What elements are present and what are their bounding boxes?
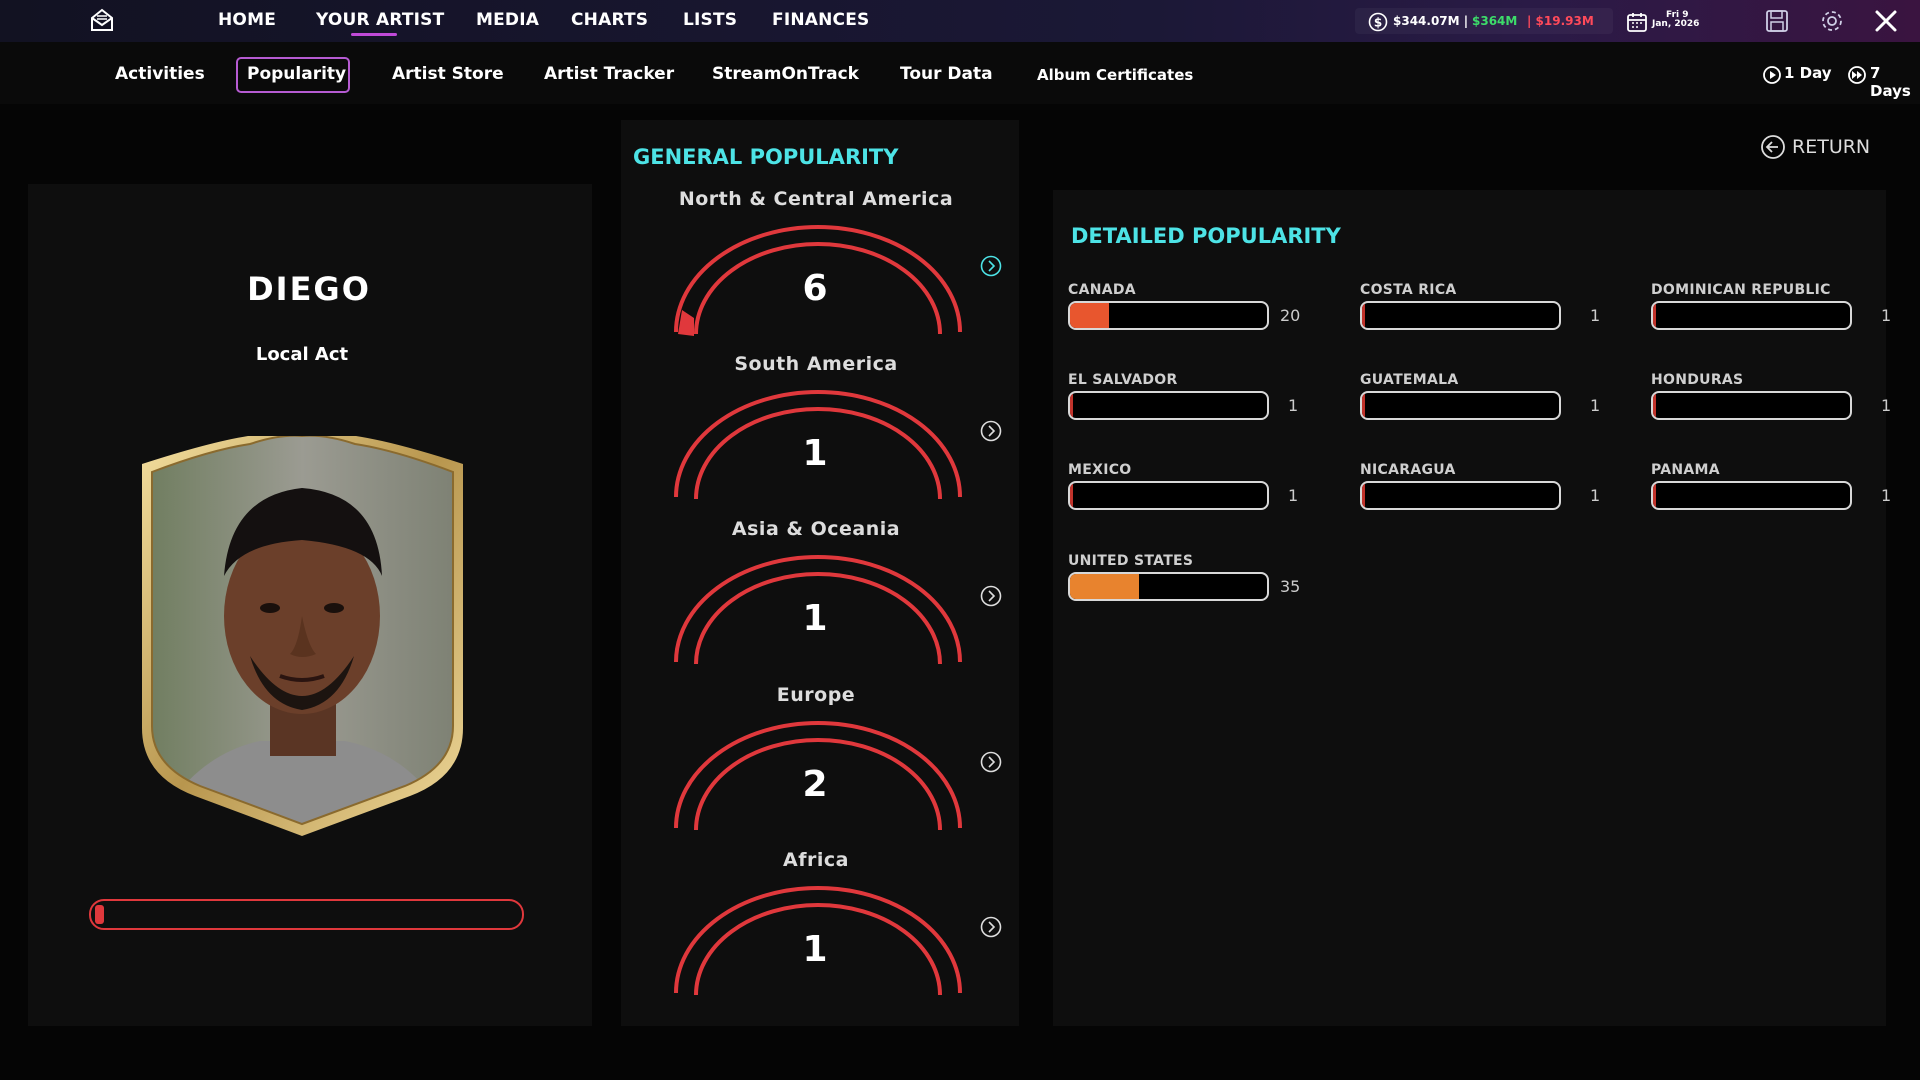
country-name: CANADA [1068, 282, 1136, 298]
return-button[interactable]: RETURN [1792, 136, 1870, 158]
game-date: Fri 9 Jan, 2026 [1652, 11, 1699, 29]
country-name: EL SALVADOR [1068, 372, 1178, 388]
region-name: Europe [776, 684, 856, 706]
artist-name: DIEGO [247, 270, 371, 308]
country-popularity-bar [1068, 301, 1269, 330]
country-popularity-bar [1651, 301, 1852, 330]
balance-text: $344.07M | [1393, 14, 1469, 28]
country-name: DOMINICAN REPUBLIC [1651, 282, 1831, 298]
chevron-right-icon[interactable] [980, 751, 1002, 773]
chevron-right-icon[interactable] [980, 255, 1002, 277]
country-popularity-value: 1 [1590, 306, 1601, 325]
country-popularity-bar [1068, 572, 1269, 601]
chevron-right-icon[interactable] [980, 916, 1002, 938]
back-arrow-icon[interactable] [1760, 134, 1786, 160]
nav-finances[interactable]: FINANCES [772, 10, 869, 30]
country-popularity-value: 1 [1288, 486, 1299, 505]
country-popularity-fill [1653, 483, 1656, 508]
country-popularity-bar [1360, 481, 1561, 510]
country-popularity-bar [1651, 481, 1852, 510]
country-popularity-value: 1 [1881, 306, 1892, 325]
country-name: HONDURAS [1651, 372, 1744, 388]
fast-forward-icon[interactable] [1847, 65, 1869, 85]
region-name: South America [734, 353, 898, 375]
artist-tier: Local Act [255, 344, 349, 365]
country-name: NICARAGUA [1360, 462, 1456, 478]
country-name: PANAMA [1651, 462, 1720, 478]
country-popularity-value: 1 [1288, 396, 1299, 415]
country-name: COSTA RICA [1360, 282, 1457, 298]
country-popularity-fill [1362, 483, 1365, 508]
country-popularity-bar [1360, 391, 1561, 420]
svg-text:$: $ [1374, 16, 1382, 30]
chevron-right-icon[interactable] [980, 420, 1002, 442]
tab-streamontrack[interactable]: StreamOnTrack [712, 64, 859, 84]
region-name: Asia & Oceania [731, 518, 901, 540]
tab-popularity[interactable]: Popularity [247, 64, 346, 84]
country-popularity-fill [1070, 303, 1110, 328]
nav-active-indicator [351, 33, 397, 36]
detailed-popularity-title: DETAILED POPULARITY [1071, 224, 1341, 248]
region-popularity-value: 1 [802, 929, 828, 970]
artist-progress-bar [89, 899, 524, 930]
gauge-fill [678, 310, 694, 336]
region-name: North & Central America [678, 188, 954, 210]
tab-artist-tracker[interactable]: Artist Tracker [544, 64, 674, 84]
tab-artist-store[interactable]: Artist Store [392, 64, 504, 84]
country-popularity-bar [1360, 301, 1561, 330]
country-popularity-fill [1070, 483, 1073, 508]
country-name: GUATEMALA [1360, 372, 1459, 388]
mail-icon[interactable] [88, 6, 116, 34]
country-popularity-fill [1070, 393, 1073, 418]
country-popularity-value: 1 [1590, 486, 1601, 505]
country-popularity-value: 35 [1280, 577, 1301, 596]
advance-7-days-button[interactable]: 7 Days [1870, 64, 1920, 100]
general-popularity-title: GENERAL POPULARITY [633, 145, 899, 169]
close-icon[interactable] [1872, 7, 1900, 35]
country-name: MEXICO [1068, 462, 1132, 478]
nav-charts[interactable]: CHARTS [571, 10, 648, 30]
gear-icon[interactable] [1818, 7, 1846, 35]
artist-progress-fill [95, 905, 104, 924]
country-popularity-value: 1 [1590, 396, 1601, 415]
nav-media[interactable]: MEDIA [476, 10, 539, 30]
region-popularity-value: 2 [802, 764, 828, 805]
tab-album-certificates[interactable]: Album Certificates [1037, 66, 1193, 84]
income-text: $364M [1472, 14, 1518, 28]
chevron-right-icon[interactable] [980, 585, 1002, 607]
country-popularity-value: 1 [1881, 396, 1892, 415]
dollar-icon: $ [1368, 12, 1388, 32]
save-icon[interactable] [1763, 7, 1791, 35]
calendar-icon[interactable] [1626, 11, 1648, 33]
nav-home[interactable]: HOME [218, 10, 276, 30]
country-popularity-fill [1070, 574, 1139, 599]
country-popularity-fill [1653, 303, 1656, 328]
region-name: Africa [783, 849, 849, 871]
country-popularity-bar [1651, 391, 1852, 420]
country-popularity-fill [1653, 393, 1656, 418]
expense-text: | $19.93M [1527, 14, 1594, 28]
region-popularity-value: 1 [802, 433, 828, 474]
play-clock-icon[interactable] [1762, 65, 1782, 85]
date-month-year: Jan, 2026 [1652, 19, 1700, 29]
region-popularity-value: 6 [802, 268, 828, 309]
nav-lists[interactable]: LISTS [683, 10, 737, 30]
country-name: UNITED STATES [1068, 553, 1194, 569]
advance-1-day-button[interactable]: 1 Day [1784, 64, 1832, 82]
region-popularity-value: 1 [802, 598, 828, 639]
country-popularity-value: 1 [1881, 486, 1892, 505]
country-popularity-fill [1362, 303, 1365, 328]
country-popularity-fill [1362, 393, 1365, 418]
country-popularity-value: 20 [1280, 306, 1301, 325]
country-popularity-bar [1068, 391, 1269, 420]
tab-tour-data[interactable]: Tour Data [900, 64, 993, 84]
artist-portrait-card [142, 436, 463, 836]
country-popularity-bar [1068, 481, 1269, 510]
tab-activities[interactable]: Activities [115, 64, 205, 84]
nav-your-artist[interactable]: YOUR ARTIST [316, 10, 444, 30]
